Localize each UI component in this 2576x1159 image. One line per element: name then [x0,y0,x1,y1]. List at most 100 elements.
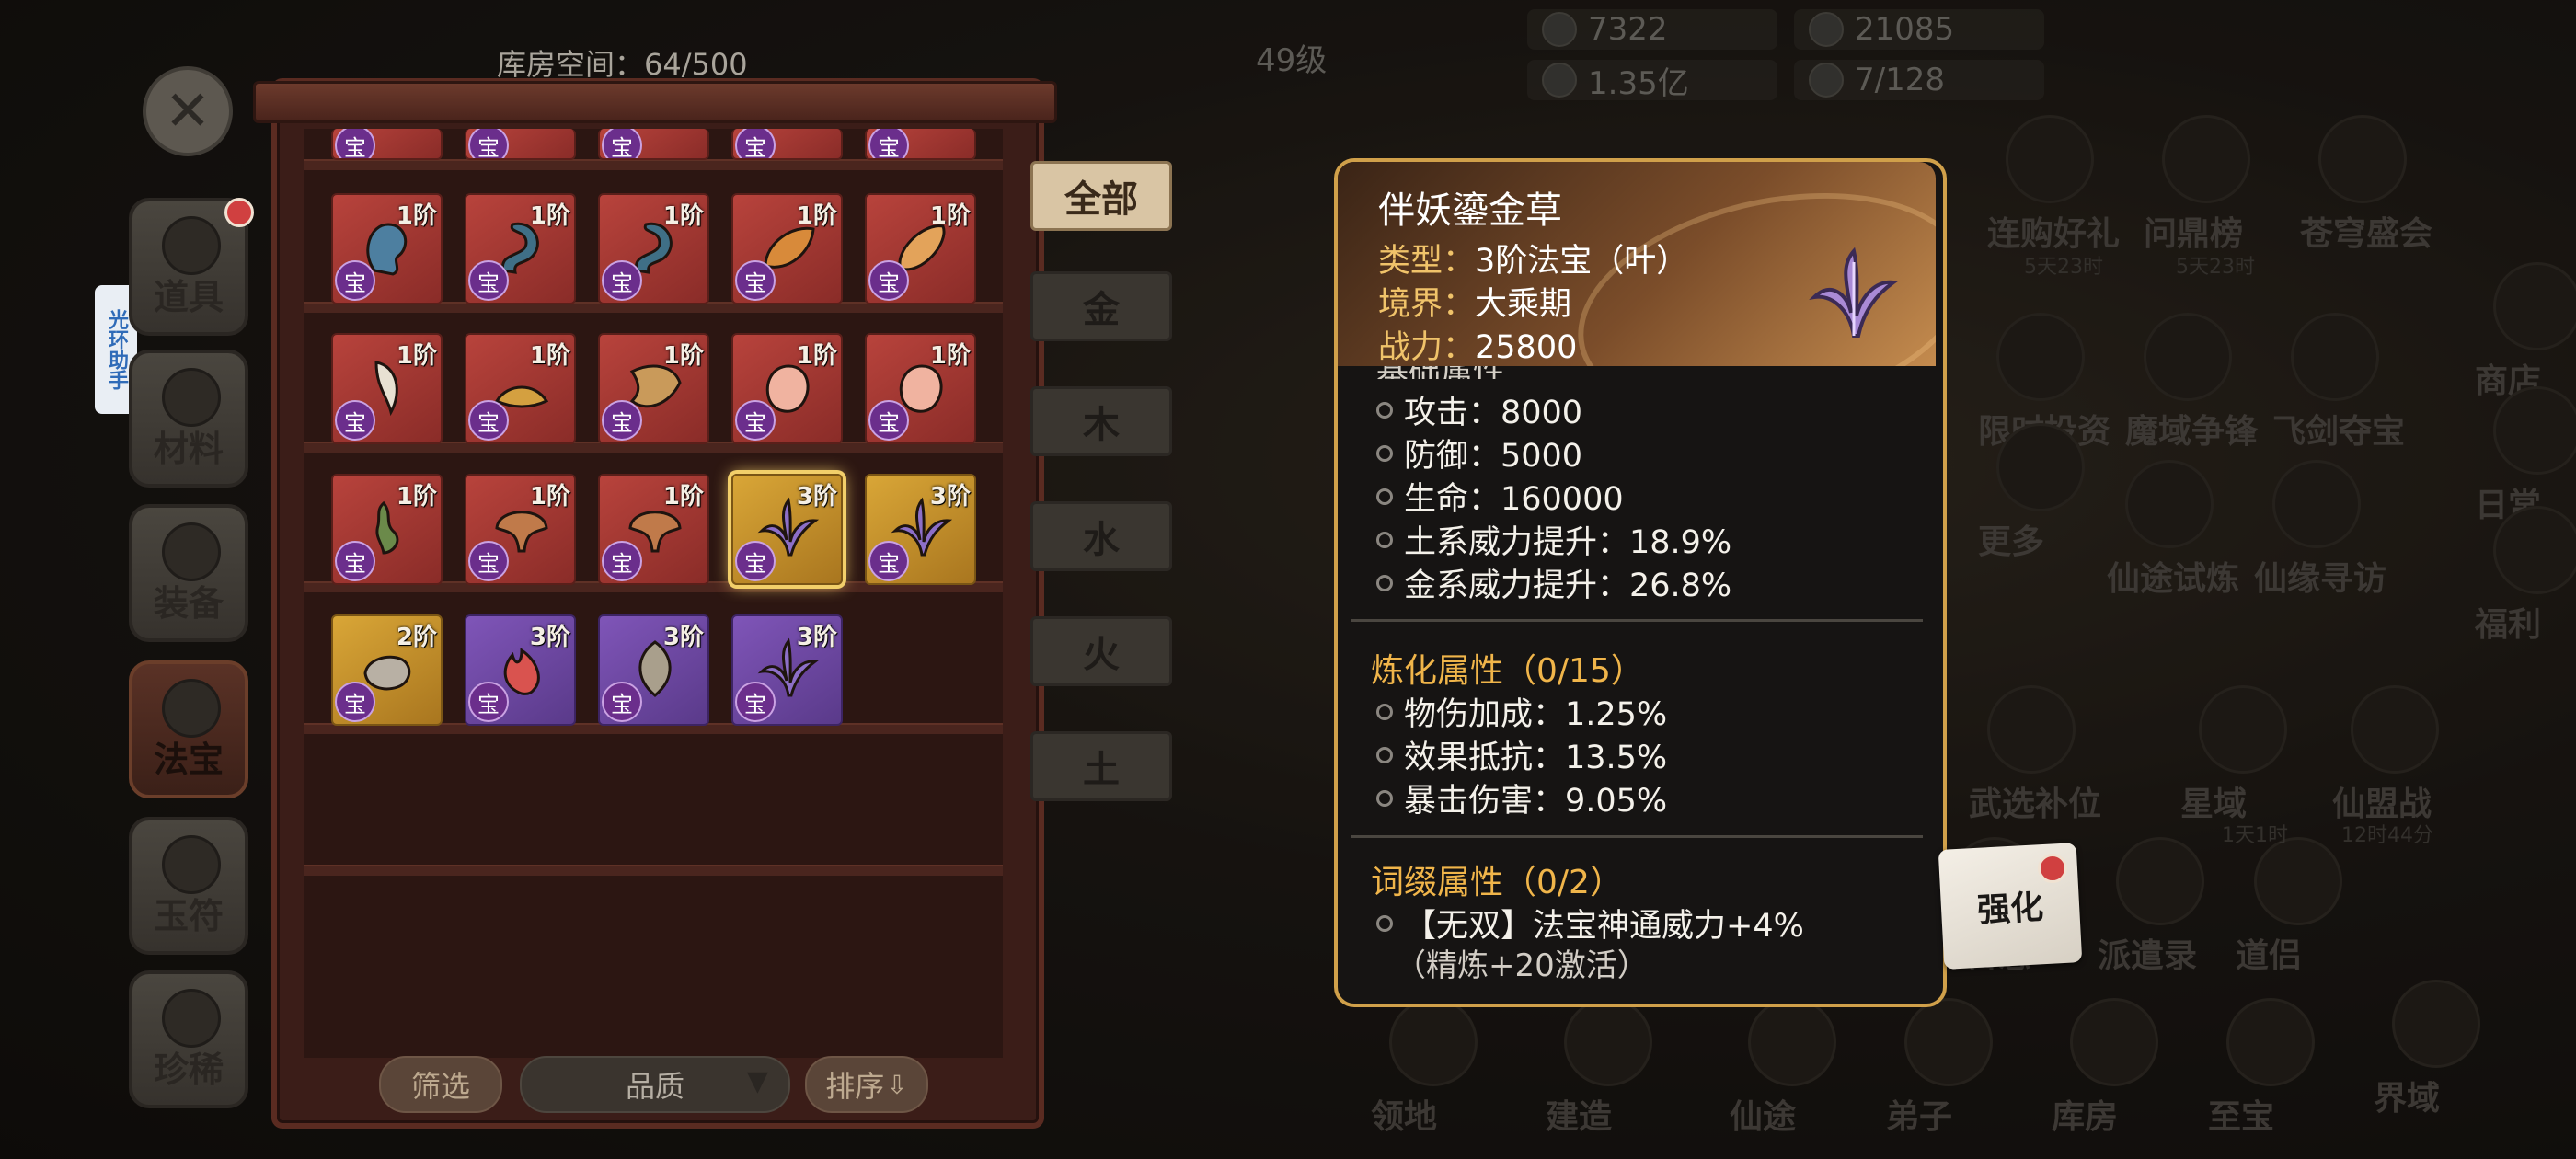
category-label: 珍稀 [153,1050,224,1090]
stat-text: 物伤加成：1.25% [1404,696,1668,733]
item-slot[interactable]: 1阶宝 [865,193,976,304]
item-slot[interactable]: 1阶宝 [598,474,709,585]
category-tab[interactable]: 珍稀 [129,970,248,1108]
item-slot[interactable]: 1阶宝 [731,333,843,444]
item-slot[interactable]: 3阶宝 [465,614,576,726]
category-tab[interactable]: 装备 [129,504,248,642]
close-icon: ✕ [164,79,212,143]
shelf-top-beam [253,81,1057,123]
stat-row: 暴击伤害：9.05% [1376,775,1667,821]
item-power: 战力：25800 [1378,321,1577,368]
refine-title: 炼化属性（0/15） [1371,652,1644,690]
item-slot[interactable]: 3阶宝 [731,474,843,585]
golden-grass-icon [1809,247,1899,338]
sort-arrow-icon: ⇩ [886,1069,908,1100]
stat-row: 土系威力提升：18.9% [1376,516,1731,563]
item-type: 类型：3阶法宝（叶） [1378,235,1688,281]
stat-row: 防御：5000 [1376,430,1582,476]
item-tier: 2阶 [396,624,437,651]
sort-button[interactable]: 排序 ⇩ [805,1056,928,1113]
item-slot[interactable]: 1阶宝 [598,333,709,444]
base-stats-heading-text: 基础属性 [1376,366,1505,379]
item-slot[interactable]: 1阶宝 [331,333,443,444]
item-slot[interactable]: 1阶宝 [465,193,576,304]
stat-row: 金系威力提升：26.8% [1376,559,1731,606]
stat-row: 攻击：8000 [1376,386,1582,433]
treasure-badge: 宝 [735,129,776,158]
item-slot[interactable]: 3阶宝 [731,614,843,726]
talisman-icon [162,835,221,894]
stat-text: 效果抵抗：13.5% [1404,740,1668,776]
item-tier: 3阶 [662,624,704,651]
herb-icon [162,368,221,427]
element-tab[interactable]: 全部 [1030,161,1172,231]
item-tier: 1阶 [929,342,971,370]
item-slot[interactable]: 2阶宝 [331,614,443,726]
item-tier: 1阶 [396,483,437,511]
stat-text: 防御：5000 [1404,438,1583,475]
item-name: 伴妖鎏金草 [1378,189,1562,232]
close-button[interactable]: ✕ [143,66,233,156]
divider-2 [1351,835,1923,838]
treasure-badge: 宝 [335,541,375,581]
element-tab[interactable]: 土 [1030,731,1172,801]
bullet-icon [1376,789,1393,807]
element-tab[interactable]: 水 [1030,501,1172,571]
bullet-icon [1376,574,1393,591]
treasure-badge: 宝 [602,400,642,441]
enhance-label: 强化 [1976,889,2045,930]
item-tier: 1阶 [929,202,971,230]
filter-button[interactable]: 筛选 [379,1056,502,1113]
item-slot[interactable]: 1阶宝 [465,333,576,444]
treasure-badge: 宝 [335,400,375,441]
element-tab[interactable]: 火 [1030,616,1172,686]
item-slot[interactable]: 1阶宝 [331,474,443,585]
quality-dropdown[interactable]: 品质 ▼ [520,1056,790,1113]
item-slot[interactable]: 1阶宝 [598,193,709,304]
category-label: 材料 [153,429,224,469]
item-tier: 1阶 [396,202,437,230]
item-slot[interactable]: 1阶宝 [865,333,976,444]
stat-text: 暴击伤害：9.05% [1404,783,1668,820]
treasure-badge: 宝 [602,541,642,581]
item-slot-partial[interactable]: 宝 [465,129,576,160]
item-slot[interactable]: 3阶宝 [865,474,976,585]
category-tab[interactable]: 材料 [129,350,248,488]
item-tier: 3阶 [929,483,971,511]
treasure-badge: 宝 [868,400,909,441]
stat-row: 效果抵抗：13.5% [1376,731,1667,778]
category-tab[interactable]: 玉符 [129,817,248,955]
bullet-icon [1376,401,1393,419]
bullet-icon [1376,444,1393,462]
stat-text: 攻击：8000 [1404,395,1583,431]
treasure-badge: 宝 [468,682,509,722]
item-slot[interactable]: 1阶宝 [731,193,843,304]
element-tab[interactable]: 金 [1030,271,1172,341]
item-slot-partial[interactable]: 宝 [731,129,843,160]
bag-icon [162,216,221,275]
element-tab[interactable]: 木 [1030,386,1172,456]
category-tab[interactable]: 法宝 [129,660,248,798]
treasure-badge: 宝 [468,260,509,301]
quality-label: 品质 [625,1069,684,1104]
item-slot[interactable]: 1阶宝 [331,193,443,304]
treasure-badge: 宝 [468,400,509,441]
item-slot-partial[interactable]: 宝 [598,129,709,160]
treasure-badge: 宝 [868,541,909,581]
shelf-divider [304,159,1003,170]
stat-text: 土系威力提升：18.9% [1404,524,1732,561]
item-slot-partial[interactable]: 宝 [865,129,976,160]
stat-row: 生命：160000 [1376,473,1624,520]
item-tier: 1阶 [796,202,837,230]
category-label: 道具 [153,277,224,317]
item-realm: 境界：大乘期 [1378,278,1571,325]
game-screen: 连购好礼问鼎榜苍穹盛会限时投资魔域争锋飞剑夺宝仙途试炼仙缘寻访更多武选补位星域仙… [0,0,2576,1159]
enhance-notification-dot [2038,854,2067,883]
item-slot-partial[interactable]: 宝 [331,129,443,160]
artifact-icon [162,679,221,738]
type-key: 类型： [1378,243,1476,280]
bullet-icon [1376,746,1393,763]
item-slot[interactable]: 1阶宝 [465,474,576,585]
item-slot[interactable]: 3阶宝 [598,614,709,726]
item-tier: 1阶 [529,342,570,370]
